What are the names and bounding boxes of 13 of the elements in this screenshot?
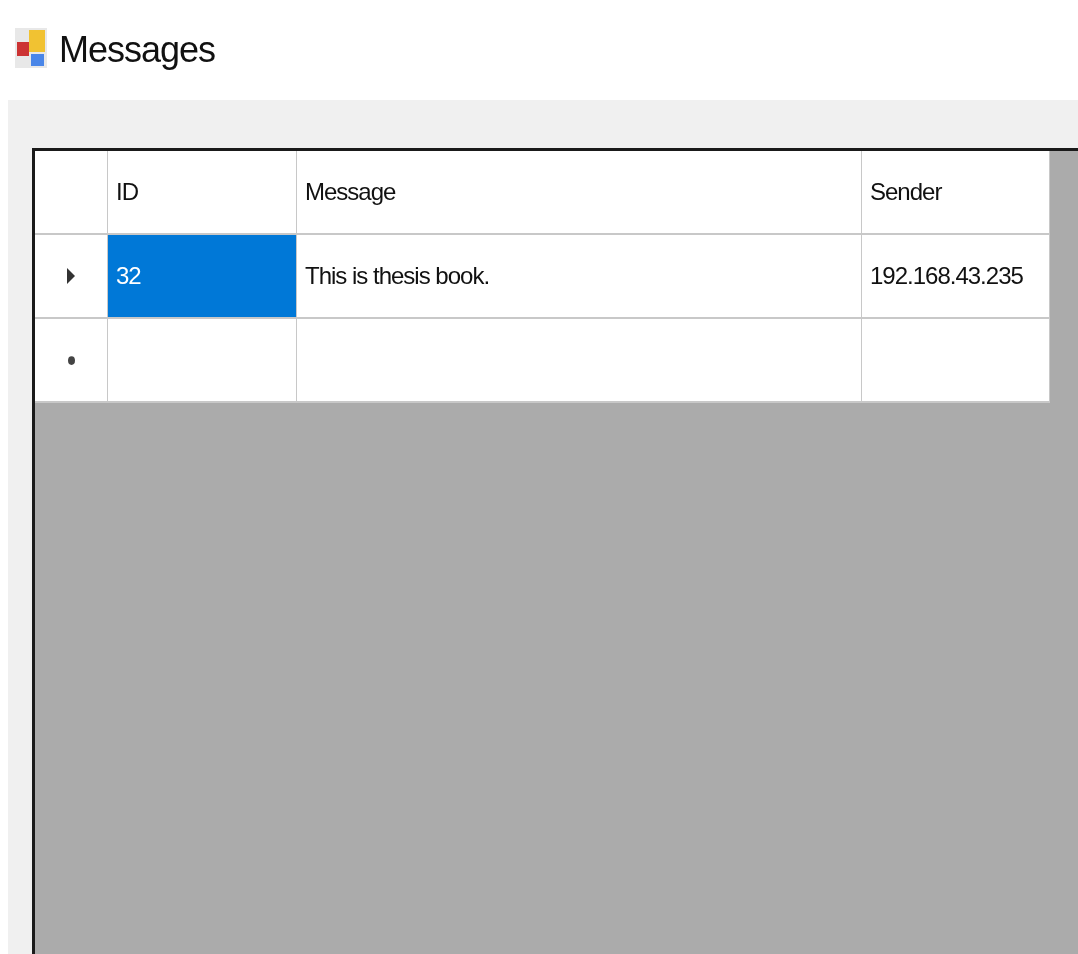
table-cell[interactable]: This is thesis book. bbox=[297, 235, 862, 319]
row-header[interactable] bbox=[35, 235, 108, 319]
table-cell[interactable] bbox=[297, 319, 862, 403]
table-cell[interactable]: 192.168.43.235 bbox=[862, 235, 1050, 319]
column-header[interactable]: Message bbox=[297, 151, 862, 235]
table-cell[interactable]: 32 bbox=[108, 235, 297, 319]
row-header[interactable] bbox=[35, 319, 108, 403]
table-cell[interactable] bbox=[862, 319, 1050, 403]
app-icon bbox=[15, 28, 47, 68]
column-header[interactable]: Sender bbox=[862, 151, 1050, 235]
window-title: Messages bbox=[59, 29, 216, 71]
table-cell[interactable] bbox=[108, 319, 297, 403]
column-header[interactable]: ID bbox=[108, 151, 297, 235]
